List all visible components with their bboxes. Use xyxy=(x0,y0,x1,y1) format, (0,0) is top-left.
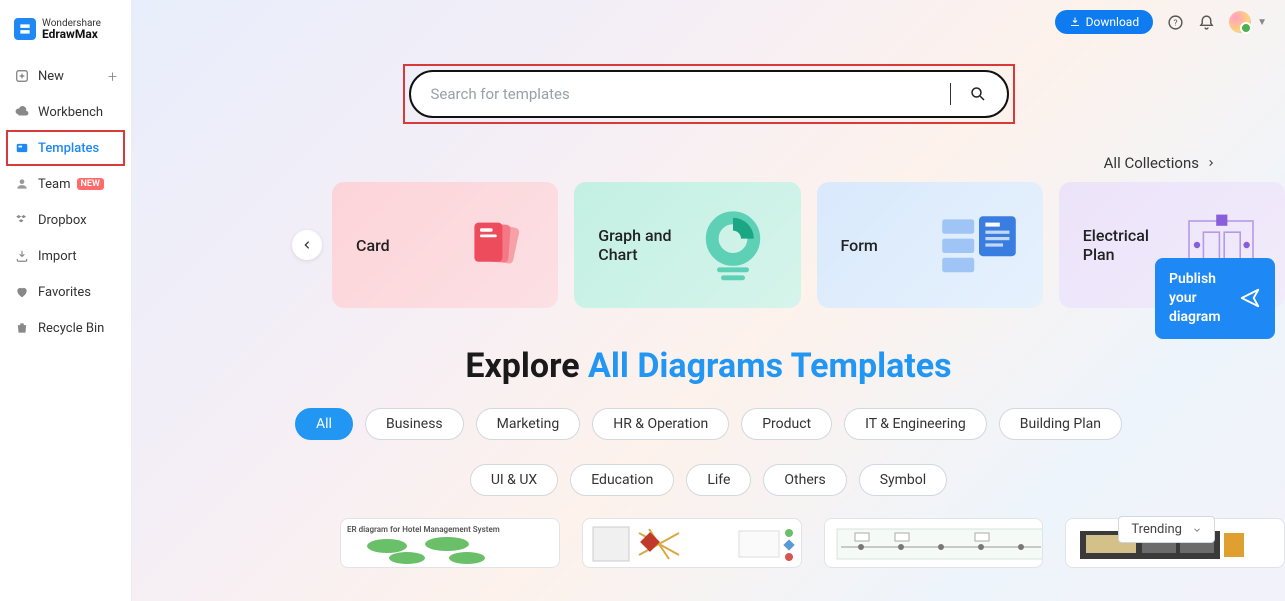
dropbox-icon xyxy=(14,212,30,228)
filter-product[interactable]: Product xyxy=(741,408,832,440)
bell-icon[interactable] xyxy=(1198,14,1215,31)
form-icon xyxy=(939,205,1019,285)
explore-prefix: Explore xyxy=(465,346,588,386)
new-badge: NEW xyxy=(77,178,104,190)
sidebar-label: Import xyxy=(38,249,77,264)
filter-business[interactable]: Business xyxy=(365,408,464,440)
nav: New + Workbench Templates Team NEW Dropb… xyxy=(0,58,131,346)
sidebar-label: Dropbox xyxy=(38,213,87,228)
templates-grid: ER diagram for Hotel Management System xyxy=(132,496,1285,568)
filter-all[interactable]: All xyxy=(295,408,353,440)
sidebar-item-import[interactable]: Import xyxy=(0,238,131,274)
sidebar-item-favorites[interactable]: Favorites xyxy=(0,274,131,310)
plus-square-icon xyxy=(14,68,30,84)
filter-symbol[interactable]: Symbol xyxy=(859,464,947,496)
search-highlight xyxy=(403,64,1015,124)
publish-diagram-button[interactable]: Publish your diagram xyxy=(1155,258,1275,339)
explore-heading: Explore All Diagrams Templates xyxy=(132,346,1285,386)
card-label: Graph and Chart xyxy=(598,226,696,264)
user-icon xyxy=(14,176,30,192)
logo-icon xyxy=(14,18,36,40)
filter-row: All Business Marketing HR & Operation Pr… xyxy=(132,408,1285,496)
card-label: Card xyxy=(356,236,390,255)
send-icon xyxy=(1239,287,1261,309)
all-collections-link[interactable]: All Collections xyxy=(132,124,1285,182)
collection-card-form[interactable]: Form xyxy=(817,182,1043,308)
sidebar-label: Workbench xyxy=(38,105,103,120)
filter-building[interactable]: Building Plan xyxy=(999,408,1122,440)
sidebar-label: Favorites xyxy=(38,285,91,300)
search-box[interactable] xyxy=(409,70,1009,118)
all-collections-label: All Collections xyxy=(1104,154,1199,172)
explore-blue: All Diagrams Templates xyxy=(588,346,952,386)
sidebar-label: New xyxy=(38,69,64,84)
sidebar-item-workbench[interactable]: Workbench xyxy=(0,94,131,130)
filter-it[interactable]: IT & Engineering xyxy=(844,408,987,440)
download-label: Download xyxy=(1086,15,1139,29)
template-icon xyxy=(14,140,30,156)
logo[interactable]: Wondershare EdrawMax xyxy=(0,8,131,58)
publish-label: Publish your diagram xyxy=(1169,270,1239,327)
card-label: Form xyxy=(841,236,878,255)
card-stack-icon xyxy=(454,205,534,285)
collection-card-graph[interactable]: Graph and Chart xyxy=(574,182,800,308)
sort-dropdown[interactable]: Trending xyxy=(1118,516,1215,543)
download-icon xyxy=(1069,16,1081,28)
logo-text: Wondershare EdrawMax xyxy=(42,18,101,40)
logo-line2: EdrawMax xyxy=(42,29,101,40)
chevron-down-icon[interactable]: ▼ xyxy=(1257,17,1267,28)
filter-marketing[interactable]: Marketing xyxy=(476,408,581,440)
sidebar-item-team[interactable]: Team NEW xyxy=(0,166,131,202)
add-icon[interactable]: + xyxy=(108,67,117,86)
filter-uiux[interactable]: UI & UX xyxy=(470,464,558,496)
download-button[interactable]: Download xyxy=(1055,10,1153,34)
sidebar-item-new[interactable]: New + xyxy=(0,58,131,94)
search-input[interactable] xyxy=(431,85,932,103)
trash-icon xyxy=(14,320,30,336)
carousel-prev-button[interactable] xyxy=(292,230,322,260)
sidebar-item-recyclebin[interactable]: Recycle Bin xyxy=(0,310,131,346)
filter-hr[interactable]: HR & Operation xyxy=(592,408,729,440)
template-card[interactable] xyxy=(824,518,1044,568)
sidebar-label: Recycle Bin xyxy=(38,321,104,336)
divider xyxy=(950,83,951,105)
main: Download ? ▼ All Collections Card Graph … xyxy=(132,0,1285,601)
template-card[interactable] xyxy=(582,518,802,568)
chevron-right-icon xyxy=(1207,157,1215,169)
filter-others[interactable]: Others xyxy=(763,464,846,496)
help-icon[interactable]: ? xyxy=(1167,14,1184,31)
avatar[interactable] xyxy=(1229,11,1251,33)
donut-chart-icon xyxy=(697,205,777,285)
svg-text:?: ? xyxy=(1174,18,1178,28)
collection-card-card[interactable]: Card xyxy=(332,182,558,308)
sidebar-item-templates[interactable]: Templates xyxy=(6,130,125,166)
filter-education[interactable]: Education xyxy=(570,464,674,496)
template-card[interactable]: ER diagram for Hotel Management System xyxy=(340,518,560,568)
sort-label: Trending xyxy=(1131,522,1182,537)
chevron-down-icon xyxy=(1192,525,1202,535)
filter-life[interactable]: Life xyxy=(686,464,751,496)
topbar: Download ? ▼ xyxy=(132,0,1285,44)
sidebar-label: Team xyxy=(38,177,71,192)
template-title: ER diagram for Hotel Management System xyxy=(347,525,553,534)
sidebar: Wondershare EdrawMax New + Workbench Tem… xyxy=(0,0,132,601)
import-icon xyxy=(14,248,30,264)
cloud-icon xyxy=(14,104,30,120)
sidebar-label: Templates xyxy=(38,141,99,156)
heart-icon xyxy=(14,284,30,300)
sidebar-item-dropbox[interactable]: Dropbox xyxy=(0,202,131,238)
search-icon[interactable] xyxy=(969,85,987,103)
collections-carousel: Card Graph and Chart Form Electrical Pla… xyxy=(132,182,1285,308)
